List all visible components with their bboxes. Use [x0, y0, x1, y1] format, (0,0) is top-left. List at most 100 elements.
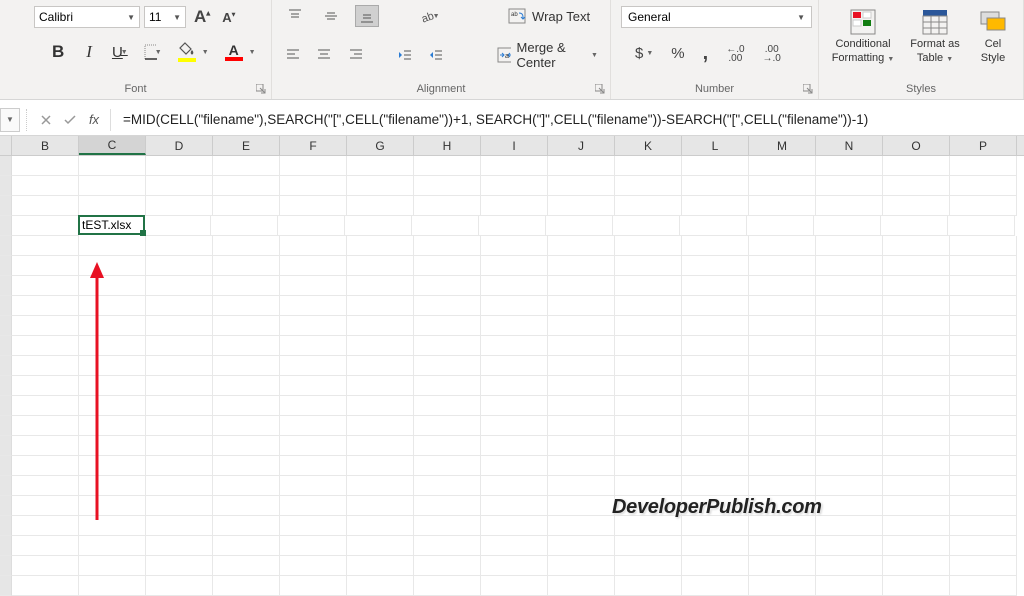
cell[interactable]: [414, 156, 481, 176]
cell[interactable]: [883, 576, 950, 596]
cell[interactable]: [548, 576, 615, 596]
cell[interactable]: [950, 236, 1017, 256]
cell[interactable]: [280, 156, 347, 176]
cell[interactable]: [816, 236, 883, 256]
cell[interactable]: [883, 536, 950, 556]
bold-button[interactable]: B: [48, 42, 68, 62]
cell[interactable]: [615, 396, 682, 416]
cell[interactable]: [213, 436, 280, 456]
cell[interactable]: [682, 556, 749, 576]
select-all-corner[interactable]: [0, 136, 12, 155]
column-header[interactable]: E: [213, 136, 280, 155]
cell[interactable]: [12, 336, 79, 356]
column-header[interactable]: I: [481, 136, 548, 155]
cell[interactable]: [481, 176, 548, 196]
cell[interactable]: [213, 576, 280, 596]
cell[interactable]: [615, 556, 682, 576]
cell[interactable]: [479, 216, 546, 236]
cell[interactable]: [12, 276, 79, 296]
cell[interactable]: [144, 216, 211, 236]
cell[interactable]: [414, 176, 481, 196]
cell[interactable]: [146, 176, 213, 196]
cell[interactable]: [950, 316, 1017, 336]
cell[interactable]: [950, 556, 1017, 576]
cell[interactable]: [816, 536, 883, 556]
cell[interactable]: [615, 576, 682, 596]
cell[interactable]: [950, 356, 1017, 376]
cell[interactable]: [347, 236, 414, 256]
cell[interactable]: [615, 316, 682, 336]
cell[interactable]: [213, 336, 280, 356]
cell[interactable]: [615, 536, 682, 556]
cell[interactable]: [213, 496, 280, 516]
cell[interactable]: [347, 276, 414, 296]
cell[interactable]: [682, 376, 749, 396]
cell[interactable]: [548, 556, 615, 576]
cell[interactable]: [414, 416, 481, 436]
cell[interactable]: [146, 476, 213, 496]
font-color-button[interactable]: A: [223, 43, 245, 61]
cell[interactable]: [816, 276, 883, 296]
decrease-decimal-button[interactable]: .00→.0: [759, 45, 785, 63]
cell[interactable]: [682, 256, 749, 276]
cell[interactable]: [950, 456, 1017, 476]
cell[interactable]: [548, 156, 615, 176]
cell[interactable]: [548, 316, 615, 336]
cell[interactable]: [548, 356, 615, 376]
cell[interactable]: [12, 436, 79, 456]
align-bottom-button[interactable]: [356, 6, 378, 26]
cell[interactable]: [280, 576, 347, 596]
comma-button[interactable]: ,: [699, 42, 713, 65]
cell[interactable]: [615, 276, 682, 296]
cell[interactable]: [414, 556, 481, 576]
cell[interactable]: [146, 356, 213, 376]
cell[interactable]: [12, 356, 79, 376]
cell[interactable]: [816, 436, 883, 456]
cell[interactable]: [347, 316, 414, 336]
cell[interactable]: [615, 196, 682, 216]
cell[interactable]: [682, 196, 749, 216]
cell[interactable]: [213, 356, 280, 376]
fill-color-button[interactable]: [176, 42, 198, 62]
cell[interactable]: [749, 556, 816, 576]
font-size-combo[interactable]: 11 ▼: [144, 6, 186, 28]
increase-font-button[interactable]: A▴: [190, 7, 214, 27]
cell[interactable]: [749, 256, 816, 276]
cell[interactable]: [615, 236, 682, 256]
cell[interactable]: [213, 556, 280, 576]
cell[interactable]: [213, 196, 280, 216]
cell[interactable]: [146, 376, 213, 396]
cell[interactable]: [280, 436, 347, 456]
cell[interactable]: [414, 576, 481, 596]
cell[interactable]: [146, 576, 213, 596]
cell[interactable]: [278, 216, 345, 236]
cell[interactable]: [615, 176, 682, 196]
cell[interactable]: [146, 296, 213, 316]
cell[interactable]: [749, 336, 816, 356]
cell[interactable]: [816, 396, 883, 416]
cell[interactable]: [548, 496, 615, 516]
cell[interactable]: [280, 416, 347, 436]
cell[interactable]: [481, 356, 548, 376]
cell[interactable]: [280, 536, 347, 556]
cell[interactable]: [816, 296, 883, 316]
cell[interactable]: [280, 236, 347, 256]
cell[interactable]: [280, 396, 347, 416]
increase-indent-button[interactable]: [428, 45, 446, 65]
cell[interactable]: [883, 316, 950, 336]
cell[interactable]: [615, 476, 682, 496]
cell[interactable]: [749, 416, 816, 436]
cell[interactable]: [950, 576, 1017, 596]
column-header[interactable]: G: [347, 136, 414, 155]
cell[interactable]: [347, 516, 414, 536]
cell[interactable]: [347, 256, 414, 276]
cell[interactable]: [280, 256, 347, 276]
cell[interactable]: [481, 336, 548, 356]
cell[interactable]: [816, 476, 883, 496]
cell[interactable]: [548, 396, 615, 416]
cell[interactable]: [615, 456, 682, 476]
cell[interactable]: [749, 196, 816, 216]
column-header[interactable]: F: [280, 136, 347, 155]
cell[interactable]: [481, 536, 548, 556]
underline-button[interactable]: U▼: [110, 44, 130, 61]
